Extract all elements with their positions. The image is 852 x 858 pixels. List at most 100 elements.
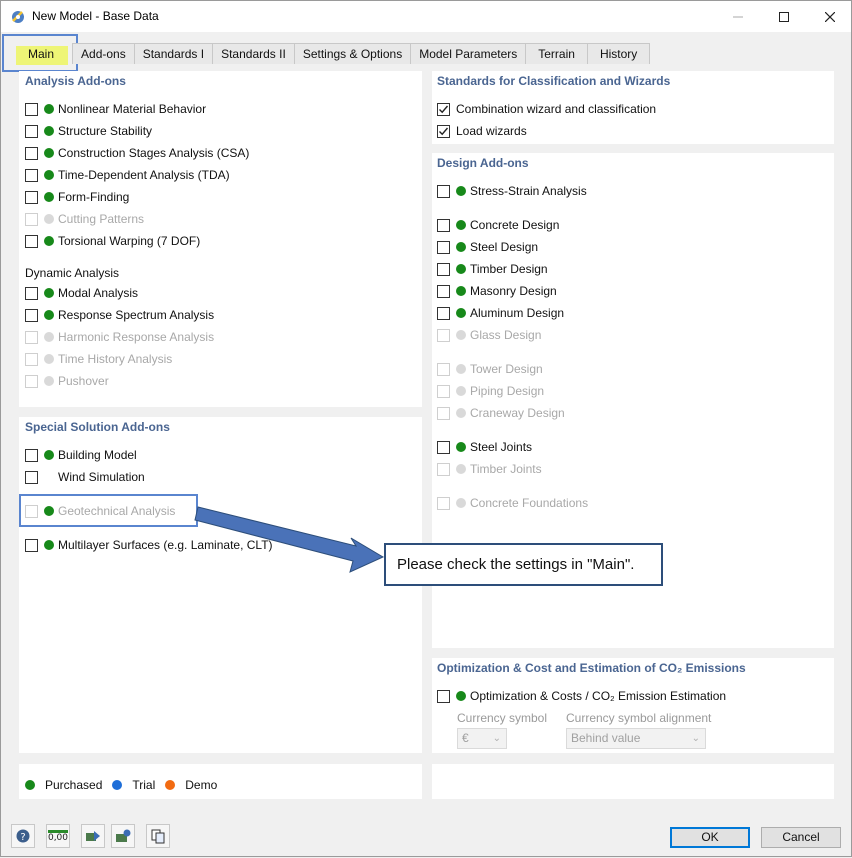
addon-label: Modal Analysis	[58, 286, 139, 300]
tab-model-parameters[interactable]: Model Parameters	[410, 43, 527, 64]
close-button[interactable]	[807, 1, 852, 32]
checkbox[interactable]	[437, 218, 450, 232]
addon-row-disabled: Timber Joints	[437, 460, 542, 478]
chevron-down-icon: ⌄	[691, 733, 700, 744]
checkbox[interactable]	[437, 440, 450, 454]
addon-label: Time History Analysis	[58, 352, 173, 366]
standards-row[interactable]: Load wizards	[437, 122, 527, 140]
tab-history[interactable]: History	[586, 43, 651, 64]
ok-button[interactable]: OK	[670, 827, 750, 848]
special-solution-title: Special Solution Add-ons	[25, 420, 170, 434]
standards-label: Combination wizard and classification	[456, 102, 657, 116]
minimize-button[interactable]	[715, 1, 761, 32]
addon-row[interactable]: Masonry Design	[437, 282, 557, 300]
checkbox[interactable]	[25, 190, 38, 204]
checkbox[interactable]	[25, 470, 38, 484]
addon-label: Wind Simulation	[58, 470, 145, 484]
addon-row-disabled: Harmonic Response Analysis	[25, 328, 214, 346]
documents-icon[interactable]	[146, 824, 170, 848]
checkbox[interactable]	[25, 538, 38, 552]
purchased-dot	[456, 442, 466, 452]
addon-label: Multilayer Surfaces (e.g. Laminate, CLT)	[58, 538, 273, 552]
checkbox[interactable]	[25, 234, 38, 248]
addon-label: Pushover	[58, 374, 109, 388]
addon-row[interactable]: Construction Stages Analysis (CSA)	[25, 144, 249, 162]
addon-row[interactable]: Building Model	[25, 446, 137, 464]
addon-label: Craneway Design	[470, 406, 565, 420]
purchased-dot	[456, 308, 466, 318]
checkbox-checked[interactable]	[437, 124, 450, 138]
checkbox[interactable]	[25, 308, 38, 322]
unavailable-dot	[44, 214, 54, 224]
addon-row[interactable]: Form-Finding	[25, 188, 129, 206]
addon-row[interactable]: Torsional Warping (7 DOF)	[25, 232, 200, 250]
addon-row[interactable]: Concrete Design	[437, 216, 559, 234]
dialog-window: New Model - Base Data Main Add-ons Stand…	[0, 0, 852, 857]
checkbox-disabled	[437, 328, 450, 342]
addon-row[interactable]: Wind Simulation	[25, 468, 145, 486]
checkbox[interactable]	[437, 306, 450, 320]
geotechnical-highlight	[19, 494, 198, 527]
unavailable-dot	[456, 330, 466, 340]
tab-standards-i[interactable]: Standards I	[133, 43, 214, 64]
tab-main[interactable]: Main	[9, 43, 73, 64]
cancel-button[interactable]: Cancel	[761, 827, 841, 848]
addon-row[interactable]: Structure Stability	[25, 122, 152, 140]
addon-row[interactable]: Steel Joints	[437, 438, 532, 456]
checkbox[interactable]	[437, 262, 450, 276]
checkbox-disabled	[25, 212, 38, 226]
checkbox[interactable]	[437, 689, 450, 703]
checkbox-disabled	[25, 330, 38, 344]
purchased-dot	[44, 170, 54, 180]
checkbox[interactable]	[25, 286, 38, 300]
tab-terrain[interactable]: Terrain	[525, 43, 588, 64]
trial-dot	[112, 780, 123, 790]
checkbox-checked[interactable]	[437, 102, 450, 116]
model-settings-icon[interactable]	[111, 824, 135, 848]
checkbox[interactable]	[25, 146, 38, 160]
callout-box: Please check the settings in "Main".	[384, 543, 663, 586]
checkbox[interactable]	[25, 168, 38, 182]
chevron-down-icon: ⌄	[492, 733, 501, 744]
addon-row[interactable]: Time-Dependent Analysis (TDA)	[25, 166, 230, 184]
help-icon[interactable]: ?	[11, 824, 35, 848]
units-icon[interactable]: 0,00	[46, 824, 70, 848]
standards-row[interactable]: Combination wizard and classification	[437, 100, 656, 118]
analysis-addons-title: Analysis Add-ons	[25, 74, 126, 88]
purchased-dot	[456, 286, 466, 296]
tab-settings-options[interactable]: Settings & Options	[293, 43, 412, 64]
checkbox[interactable]	[25, 102, 38, 116]
checkbox-disabled	[437, 362, 450, 376]
purchased-dot	[456, 186, 466, 196]
maximize-button[interactable]	[761, 1, 807, 32]
legend-purchased: Purchased	[45, 778, 103, 792]
model-export-icon[interactable]	[81, 824, 105, 848]
addon-row[interactable]: Timber Design	[437, 260, 548, 278]
addon-row[interactable]: Modal Analysis	[25, 284, 138, 302]
addon-row[interactable]: Multilayer Surfaces (e.g. Laminate, CLT)	[25, 536, 273, 554]
legend-trial: Trial	[132, 778, 156, 792]
addon-row[interactable]: Nonlinear Material Behavior	[25, 100, 206, 118]
addon-label: Timber Design	[470, 262, 548, 276]
purchased-dot	[44, 192, 54, 202]
purchased-dot	[456, 242, 466, 252]
addon-row[interactable]: Steel Design	[437, 238, 538, 256]
window-title: New Model - Base Data	[32, 9, 159, 23]
checkbox-disabled	[437, 406, 450, 420]
addon-row[interactable]: Aluminum Design	[437, 304, 564, 322]
addon-row-disabled: Piping Design	[437, 382, 544, 400]
addon-row[interactable]: Stress-Strain Analysis	[437, 182, 587, 200]
empty-panel	[432, 764, 834, 799]
addon-row[interactable]: Optimization & Costs / CO₂ Emission Esti…	[437, 687, 726, 705]
tab-add-ons[interactable]: Add-ons	[72, 43, 135, 64]
checkbox[interactable]	[437, 240, 450, 254]
checkbox[interactable]	[25, 124, 38, 138]
currency-symbol-label: Currency symbol	[457, 711, 548, 725]
addon-row[interactable]: Response Spectrum Analysis	[25, 306, 214, 324]
checkbox[interactable]	[25, 448, 38, 462]
purchased-dot	[44, 148, 54, 158]
addon-row-disabled: Cutting Patterns	[25, 210, 144, 228]
checkbox[interactable]	[437, 184, 450, 198]
tab-standards-ii[interactable]: Standards II	[212, 43, 295, 64]
checkbox[interactable]	[437, 284, 450, 298]
